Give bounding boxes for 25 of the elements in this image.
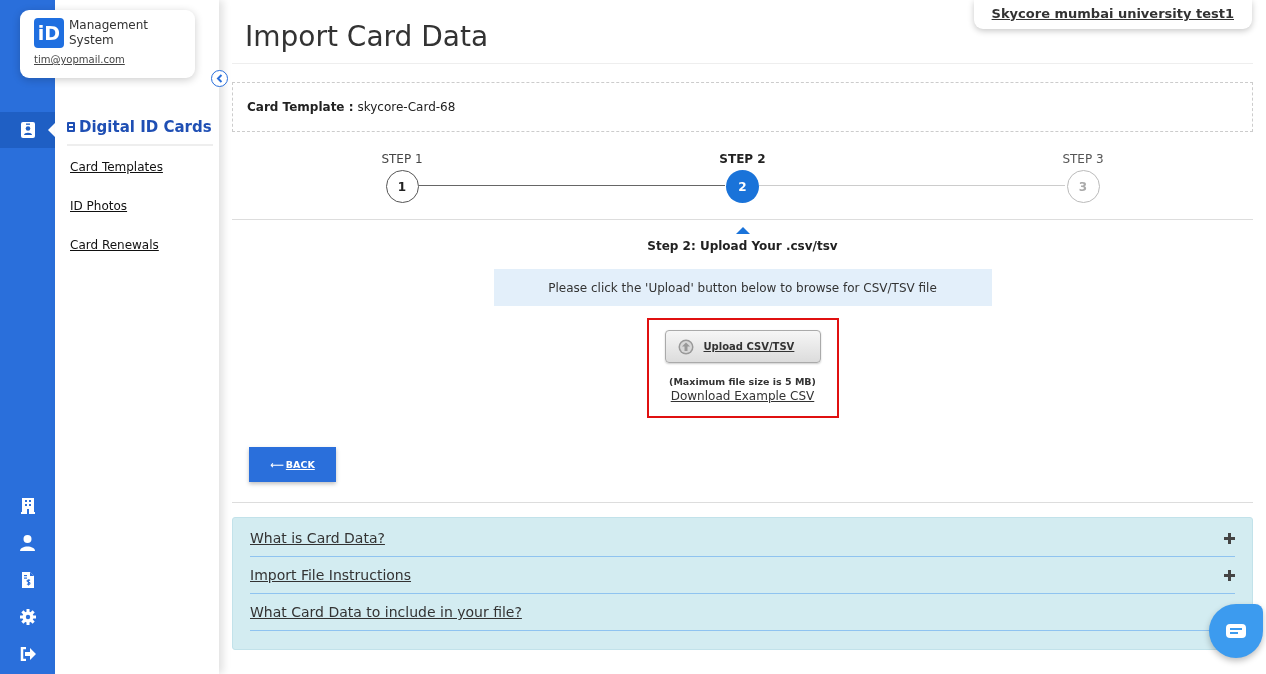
step-heading: Step 2: Upload Your .csv/tsv — [646, 239, 839, 253]
file-size-note: (Maximum file size is 5 MB) — [669, 376, 816, 387]
template-label: Card Template : — [247, 100, 354, 114]
faq-question[interactable]: What Card Data to include in your file? — [250, 604, 522, 620]
faq-question[interactable]: What is Card Data? — [250, 530, 385, 546]
download-example-link[interactable]: Download Example CSV — [670, 389, 815, 403]
brand-name: Management System — [69, 18, 150, 48]
step-circle: 2 — [726, 170, 759, 203]
step-label: STEP 1 — [381, 152, 423, 166]
step-circle: 3 — [1066, 170, 1100, 203]
template-name: skycore-Card-68 — [357, 100, 456, 114]
upload-button[interactable]: Upload CSV/TSV — [664, 330, 821, 363]
user-email-link[interactable]: tim@yopmail.com — [34, 54, 125, 65]
info-message: Please click the 'Upload' button below to browse for CSV/TSV file — [493, 269, 992, 306]
organization-link[interactable]: Skycore mumbai university test1 — [973, 0, 1252, 29]
faq-question[interactable]: Import File Instructions — [250, 567, 411, 583]
step-label: STEP 2 — [719, 152, 766, 166]
step-circle: 1 — [385, 170, 419, 203]
sidebar-title: Digital ID Cards — [79, 118, 212, 136]
sidebar-link[interactable]: Card Templates — [70, 160, 213, 185]
brand-logo: iD — [34, 18, 64, 48]
step-label: STEP 3 — [1062, 152, 1104, 166]
back-button[interactable]: ⟵ BACK — [249, 447, 336, 482]
sidebar-link[interactable]: Card Renewals — [70, 238, 213, 263]
sidebar-link[interactable]: ID Photos — [70, 199, 213, 224]
